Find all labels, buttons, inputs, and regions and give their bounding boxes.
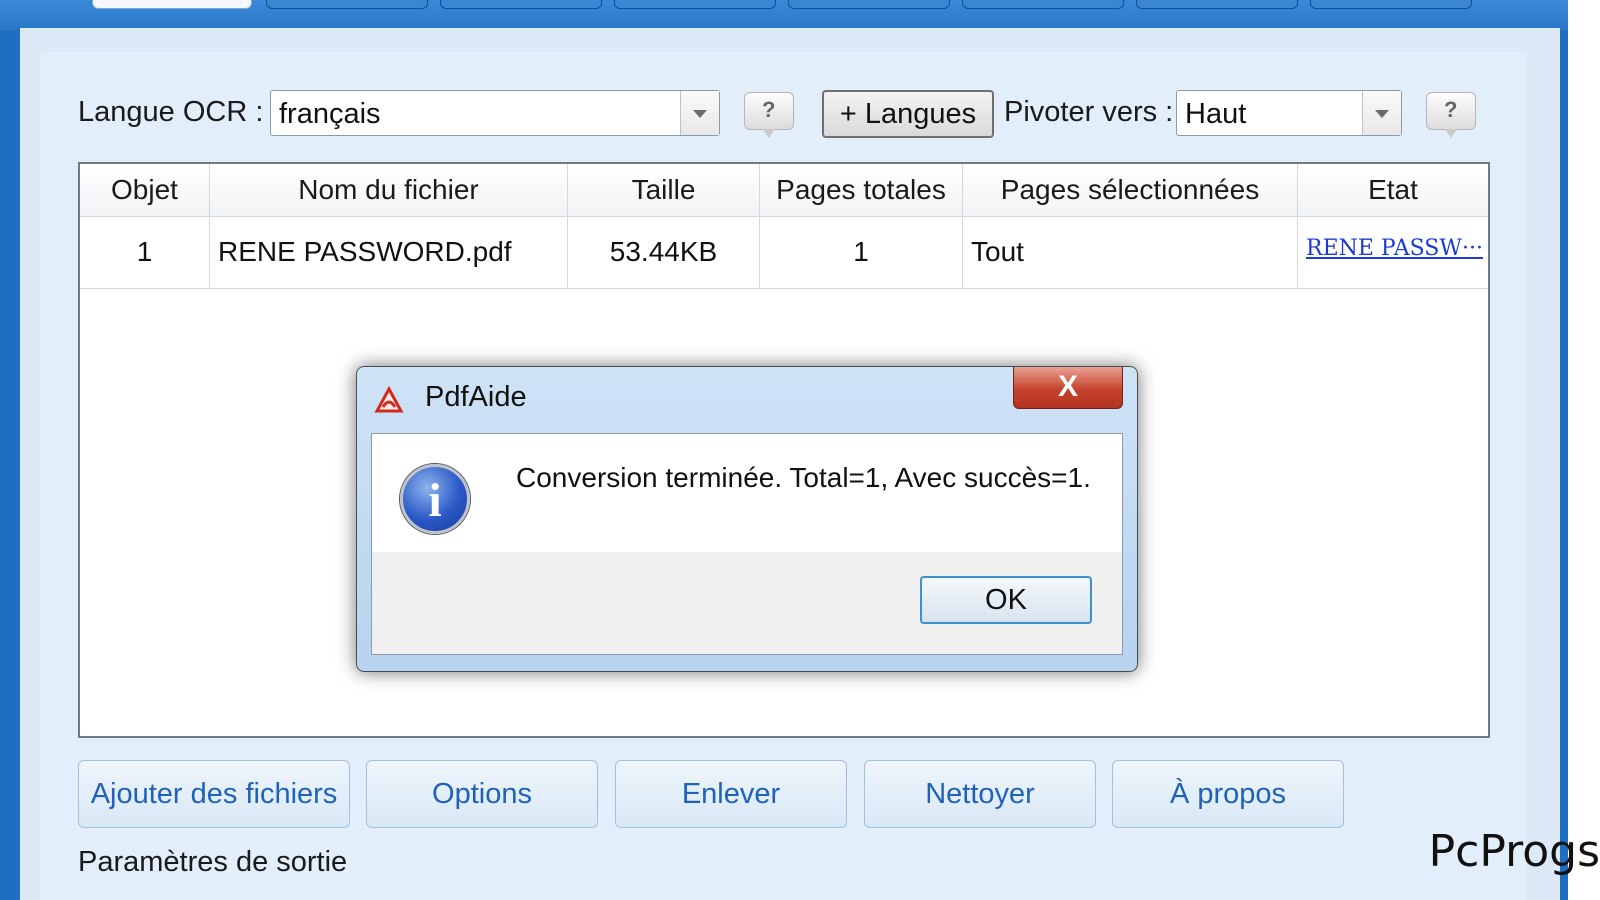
rotate-value: Haut bbox=[1185, 98, 1247, 130]
tab[interactable] bbox=[1310, 0, 1472, 9]
tab[interactable] bbox=[788, 0, 950, 9]
tab[interactable] bbox=[962, 0, 1124, 9]
dialog-title: PdfAide bbox=[425, 381, 527, 413]
column-header-item[interactable]: Objet bbox=[80, 164, 210, 216]
options-button[interactable]: Options bbox=[366, 760, 598, 828]
dialog-close-button[interactable]: X bbox=[1013, 367, 1123, 409]
column-header-status[interactable]: Etat bbox=[1298, 164, 1488, 216]
cell-item: 1 bbox=[80, 216, 210, 288]
dialog-message-area: i Conversion terminée. Total=1, Avec suc… bbox=[372, 434, 1122, 552]
tab-strip bbox=[0, 0, 1568, 30]
close-icon: X bbox=[1057, 370, 1078, 403]
message-dialog: PdfAide X i Conversion terminée. Total=1… bbox=[356, 366, 1138, 672]
tab[interactable] bbox=[266, 0, 428, 9]
clear-button[interactable]: Nettoyer bbox=[864, 760, 1096, 828]
information-icon: i bbox=[400, 464, 470, 534]
table-header: Objet Nom du fichier Taille Pages totale… bbox=[80, 164, 1488, 217]
tab[interactable] bbox=[614, 0, 776, 9]
rotate-label: Pivoter vers : bbox=[1004, 96, 1174, 128]
chevron-down-icon bbox=[1375, 110, 1389, 118]
column-header-filename[interactable]: Nom du fichier bbox=[210, 164, 568, 216]
information-glyph: i bbox=[428, 474, 442, 527]
help-icon: ? bbox=[762, 97, 776, 122]
dialog-message: Conversion terminée. Total=1, Avec succè… bbox=[516, 462, 1091, 493]
cell-total-pages: 1 bbox=[760, 216, 963, 288]
column-header-size[interactable]: Taille bbox=[568, 164, 760, 216]
rotate-dropdown-arrow[interactable] bbox=[1362, 91, 1401, 135]
cell-filename: RENE PASSWORD.pdf bbox=[210, 216, 568, 288]
rotate-select[interactable]: Haut bbox=[1176, 90, 1402, 136]
watermark-text: PcProgs bbox=[1428, 826, 1600, 877]
tab[interactable] bbox=[440, 0, 602, 9]
tab-active[interactable] bbox=[92, 0, 252, 9]
ocr-language-dropdown-arrow[interactable] bbox=[680, 91, 719, 135]
ocr-language-label: Langue OCR : bbox=[78, 96, 264, 128]
cell-selected-pages: Tout bbox=[963, 216, 1298, 288]
column-header-selected-pages[interactable]: Pages sélectionnées bbox=[963, 164, 1298, 216]
chevron-down-icon bbox=[693, 110, 707, 118]
dialog-content: i Conversion terminée. Total=1, Avec suc… bbox=[371, 433, 1123, 655]
table-row[interactable]: 1 RENE PASSWORD.pdf 53.44KB 1 Tout RENE … bbox=[80, 216, 1488, 289]
ok-button[interactable]: OK bbox=[920, 576, 1092, 624]
add-files-button[interactable]: Ajouter des fichiers bbox=[78, 760, 350, 828]
cell-size: 53.44KB bbox=[568, 216, 760, 288]
ocr-help-button[interactable]: ? bbox=[744, 92, 794, 138]
output-settings-label: Paramètres de sortie bbox=[78, 846, 348, 878]
help-icon: ? bbox=[1444, 97, 1458, 122]
column-header-total-pages[interactable]: Pages totales bbox=[760, 164, 963, 216]
ocr-language-select[interactable]: français bbox=[270, 90, 720, 136]
cell-status-link[interactable]: RENE PASSW··· bbox=[1298, 216, 1488, 288]
app-stage: Langue OCR : français ? + Langues Pivote… bbox=[0, 0, 1568, 900]
rotate-help-button[interactable]: ? bbox=[1426, 92, 1476, 138]
remove-button[interactable]: Enlever bbox=[615, 760, 847, 828]
tab[interactable] bbox=[1136, 0, 1298, 9]
add-languages-button[interactable]: + Langues bbox=[822, 90, 994, 138]
about-button[interactable]: À propos bbox=[1112, 760, 1344, 828]
pdfaide-app-icon bbox=[374, 385, 404, 413]
ocr-language-value: français bbox=[279, 98, 381, 130]
